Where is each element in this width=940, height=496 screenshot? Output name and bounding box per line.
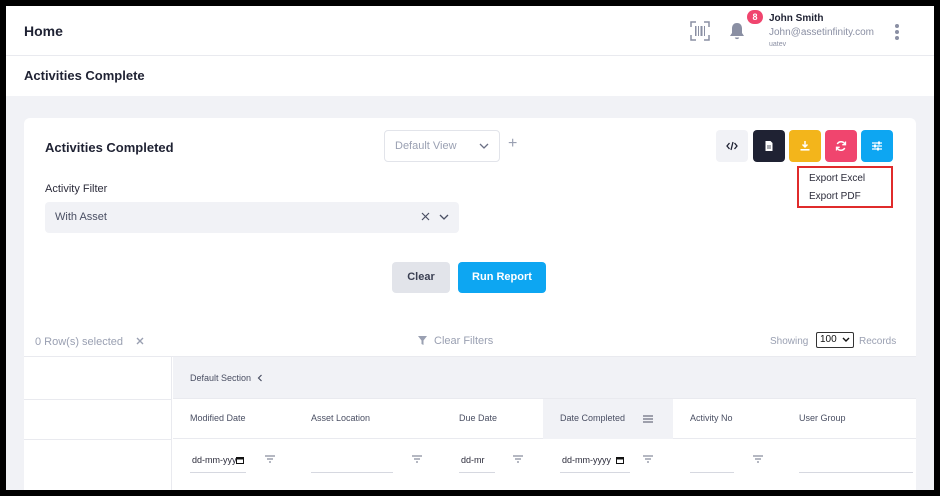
activity-filter-label: Activity Filter: [45, 183, 108, 195]
modified-date-filter-value: dd-mm-yyy: [192, 455, 237, 465]
filter-icon[interactable]: [753, 455, 763, 463]
due-date-filter-input[interactable]: dd-mr: [459, 449, 495, 473]
section-label: Default Section: [190, 373, 252, 383]
column-header-date-completed[interactable]: Date Completed: [560, 413, 625, 423]
due-date-filter-value: dd-mr: [461, 455, 485, 465]
export-button[interactable]: [789, 130, 821, 162]
grid-selection-column: [24, 357, 172, 490]
column-header-asset-location[interactable]: Asset Location: [311, 413, 370, 423]
funnel-icon: [418, 336, 427, 345]
refresh-button[interactable]: [825, 130, 857, 162]
notification-bell-icon[interactable]: [728, 21, 746, 41]
grid-header-row: Modified Date Asset Location Due Date Da…: [173, 399, 916, 439]
notification-badge: 8: [747, 10, 763, 24]
export-pdf-option[interactable]: Export PDF: [809, 191, 861, 202]
calendar-icon[interactable]: [236, 456, 244, 464]
refresh-icon: [835, 140, 847, 152]
activity-no-filter-input[interactable]: [690, 449, 734, 473]
column-header-user-group[interactable]: User Group: [799, 413, 846, 423]
user-name: John Smith: [769, 13, 824, 24]
header-title[interactable]: Home: [24, 23, 63, 39]
top-header: Home 8 John Smith John@assetinfinity.com…: [6, 6, 934, 56]
chevron-down-icon[interactable]: [439, 213, 449, 221]
clear-selection-icon[interactable]: [136, 337, 144, 345]
more-menu-icon[interactable]: [894, 24, 900, 40]
records-label: Records: [859, 336, 897, 347]
grid-filter-row: dd-mm-yyy dd-mr dd-mm-yyyy: [173, 439, 916, 479]
sliders-icon: [872, 141, 882, 151]
code-icon: [726, 141, 738, 151]
document-button[interactable]: [753, 130, 785, 162]
clear-filters-button[interactable]: Clear Filters: [418, 335, 494, 347]
page-title-bar: Activities Complete: [6, 56, 934, 96]
run-report-button[interactable]: Run Report: [458, 262, 546, 293]
filter-icon[interactable]: [412, 455, 422, 463]
chevron-down-icon: [479, 143, 489, 149]
export-dropdown: Export Excel Export PDF: [797, 166, 893, 208]
clear-button[interactable]: Clear: [392, 262, 450, 293]
rows-selected-count: 0 Row(s) selected: [35, 336, 124, 348]
filter-icon[interactable]: [513, 455, 523, 463]
activity-filter-value: With Asset: [55, 211, 107, 223]
clear-selection-icon[interactable]: [421, 212, 430, 221]
view-select-value: Default View: [395, 140, 457, 152]
modified-date-filter-input[interactable]: dd-mm-yyy: [190, 449, 246, 473]
section-header[interactable]: Default Section: [190, 373, 263, 383]
column-menu-icon[interactable]: [643, 415, 653, 423]
download-icon: [800, 141, 810, 151]
page-size-value: 100: [820, 334, 837, 345]
report-title: Activities Completed: [45, 140, 174, 155]
user-subtitle: uatev: [769, 41, 787, 48]
report-card: Activities Completed Default View + Expo…: [24, 118, 916, 490]
column-header-modified-date[interactable]: Modified Date: [190, 413, 246, 423]
export-excel-option[interactable]: Export Excel: [809, 173, 865, 184]
chevron-down-icon: [842, 337, 850, 342]
date-completed-filter-input[interactable]: dd-mm-yyyy: [560, 449, 630, 473]
view-select[interactable]: Default View: [384, 130, 500, 162]
data-grid: Default Section Modified Date Asset Loca…: [24, 356, 916, 490]
date-completed-filter-value: dd-mm-yyyy: [562, 455, 611, 465]
filter-icon[interactable]: [643, 455, 653, 463]
chevron-left-icon: [257, 374, 262, 382]
page-size-select[interactable]: 100: [816, 332, 854, 348]
column-header-due-date[interactable]: Due Date: [459, 413, 497, 423]
activity-filter-select[interactable]: With Asset: [45, 202, 459, 233]
page-title: Activities Complete: [24, 68, 145, 83]
column-header-activity-no[interactable]: Activity No: [690, 413, 733, 423]
embed-code-button[interactable]: [716, 130, 748, 162]
calendar-icon[interactable]: [616, 456, 624, 464]
add-view-button[interactable]: +: [508, 136, 517, 152]
user-email: John@assetinfinity.com: [769, 27, 875, 38]
grid-section-row: Default Section: [173, 357, 916, 399]
filter-icon[interactable]: [265, 455, 275, 463]
asset-location-filter-input[interactable]: [311, 449, 393, 473]
app-frame: Home 8 John Smith John@assetinfinity.com…: [6, 6, 934, 490]
user-group-filter-input[interactable]: [799, 449, 913, 473]
showing-label: Showing: [770, 336, 809, 347]
clear-filters-label: Clear Filters: [434, 335, 494, 347]
barcode-scan-icon[interactable]: [690, 21, 710, 41]
document-icon: [765, 141, 773, 151]
filter-settings-button[interactable]: [861, 130, 893, 162]
